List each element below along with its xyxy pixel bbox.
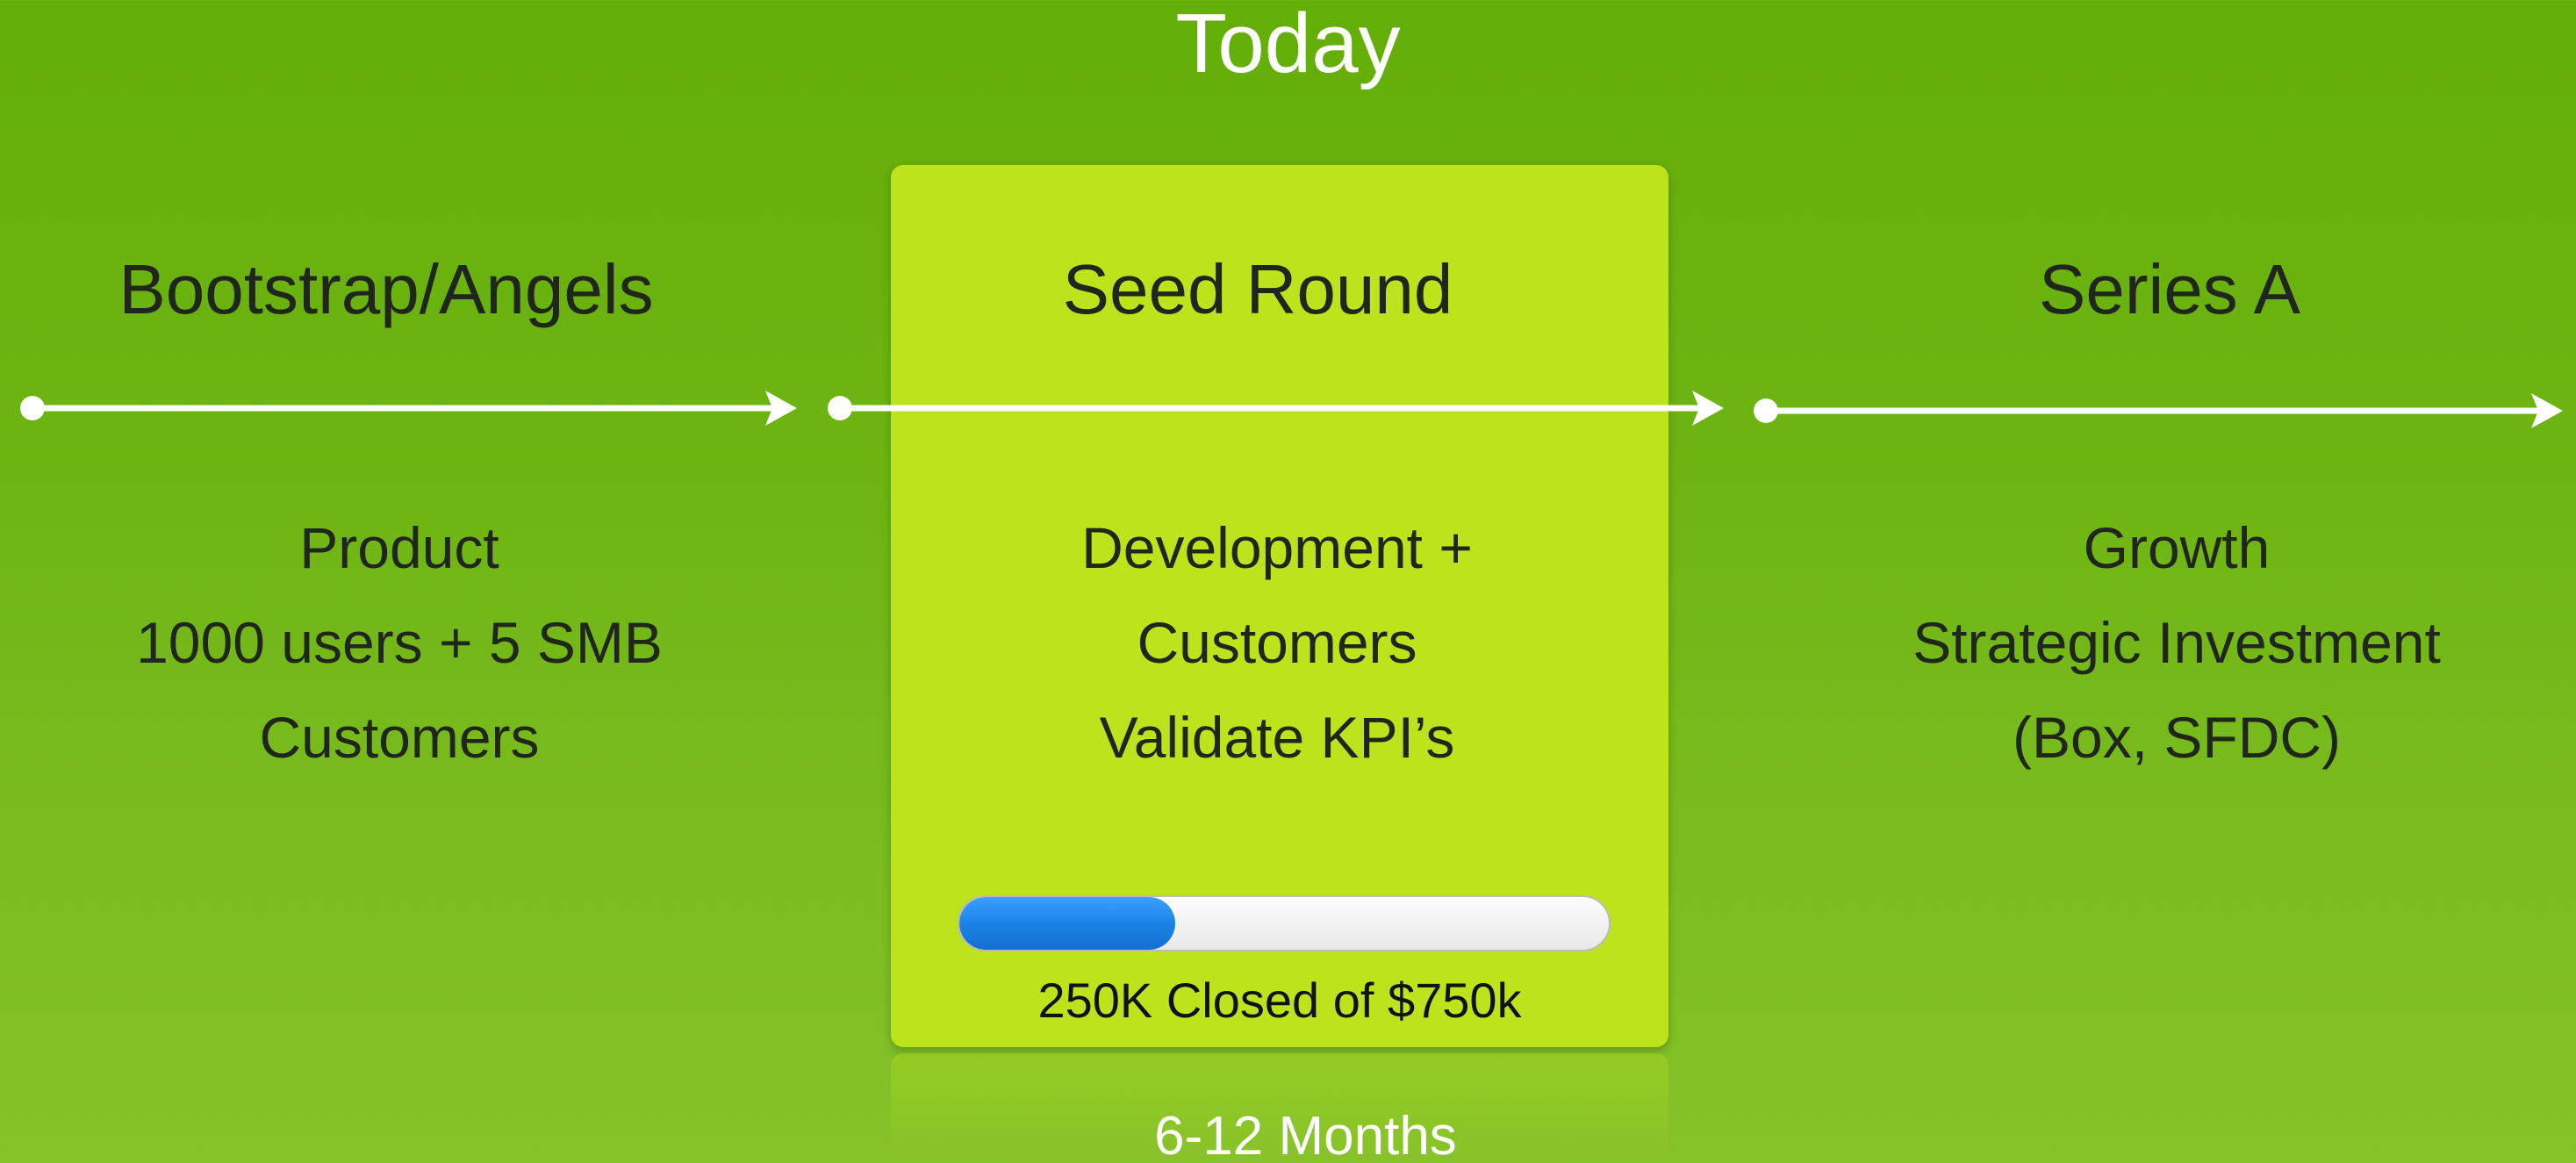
timeline-arrow-bootstrap xyxy=(20,391,797,426)
funding-progress-label: 250K Closed of $750k xyxy=(1037,973,1522,1028)
stage-details-bootstrap: Product 1000 users + 5 SMB Customers xyxy=(48,500,750,785)
stage-detail-line: Customers xyxy=(259,705,540,770)
stage-detail-line: Growth xyxy=(2083,515,2271,580)
funding-progress-bar xyxy=(958,895,1611,951)
stage-details-seed: Development + Customers Validate KPI’s xyxy=(926,500,1628,785)
stage-detail-line: 1000 users + 5 SMB xyxy=(136,610,663,675)
stage-detail-line: Development + xyxy=(1081,515,1473,580)
stage-detail-line: Validate KPI’s xyxy=(1099,705,1455,770)
timeline-arrow-seed xyxy=(828,391,1724,426)
duration-label: 6-12 Months xyxy=(1154,1106,1457,1163)
stage-details-series-a: Growth Strategic Investment (Box, SFDC) xyxy=(1826,500,2528,785)
stage-detail-line: Strategic Investment xyxy=(1912,610,2441,675)
funding-progress-fill xyxy=(959,897,1176,950)
stage-detail-line: Customers xyxy=(1137,610,1417,675)
timeline-arrow-series-a xyxy=(1754,393,2563,428)
stage-detail-line: Product xyxy=(299,515,499,580)
stage-detail-line: (Box, SFDC) xyxy=(2012,705,2342,770)
